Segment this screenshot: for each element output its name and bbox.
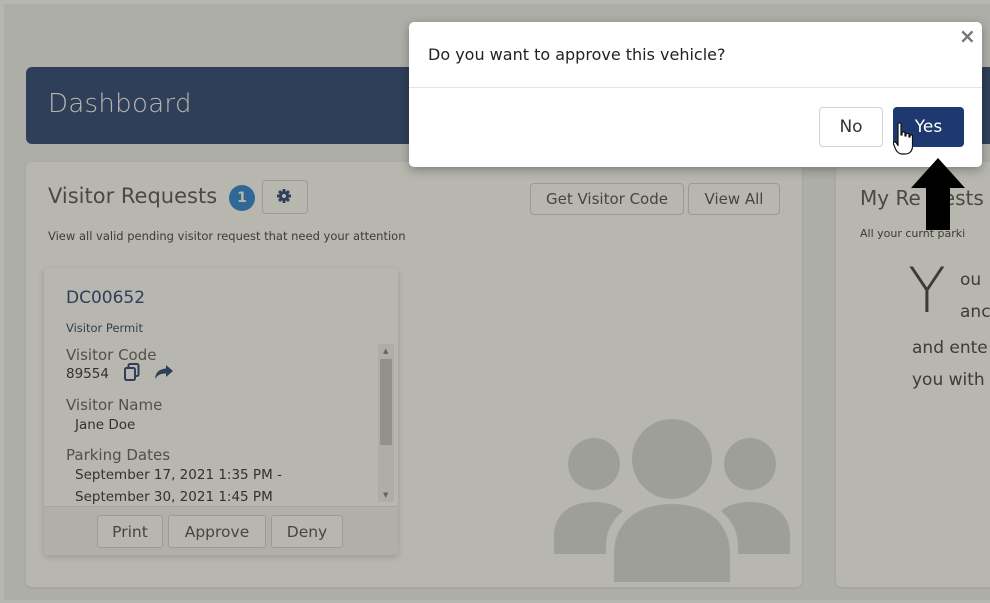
- up-arrow-icon: [911, 158, 965, 230]
- close-icon[interactable]: ×: [959, 24, 976, 48]
- no-button[interactable]: No: [819, 107, 883, 147]
- dialog-divider: [409, 87, 982, 88]
- hand-cursor-icon: [893, 122, 913, 155]
- dialog-question: Do you want to approve this vehicle?: [428, 45, 726, 64]
